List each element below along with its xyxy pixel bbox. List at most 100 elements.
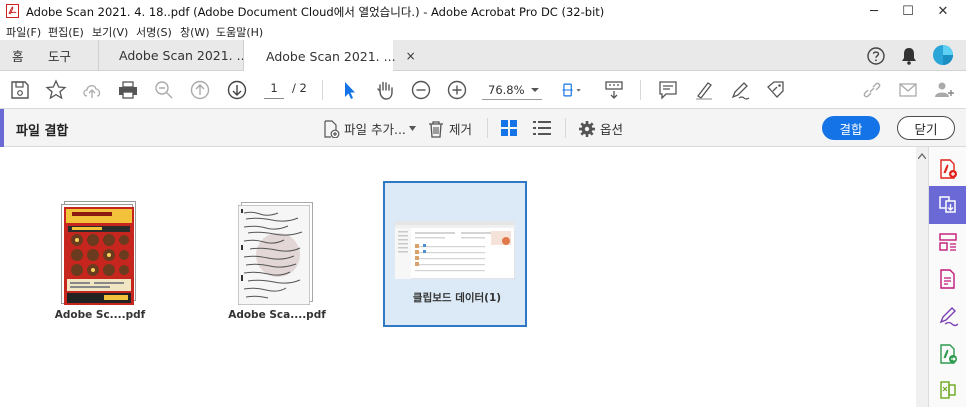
tab-document-2[interactable]: Adobe Scan 2021. ... × bbox=[243, 40, 416, 72]
bookmark-button[interactable] bbox=[44, 78, 68, 102]
file-name-1: Adobe Sc....pdf bbox=[54, 309, 146, 321]
share-link-button[interactable] bbox=[860, 78, 884, 102]
grid-view-icon[interactable] bbox=[501, 120, 517, 136]
zoom-dropdown[interactable]: 76.8% bbox=[482, 80, 542, 100]
combine-files-tool[interactable] bbox=[929, 186, 966, 224]
fill-sign-button[interactable] bbox=[764, 78, 788, 102]
organize-pages-tool[interactable] bbox=[929, 223, 966, 261]
trash-icon bbox=[429, 120, 443, 138]
options-label: 옵션 bbox=[600, 122, 624, 137]
scroll-mode-button[interactable] bbox=[602, 78, 626, 102]
file-workspace: Adobe Sc....pdf Adobe Sca....pdf 클립보드 데이… bbox=[0, 147, 928, 407]
file-thumbnail-3[interactable]: 클립보드 데이터(1) bbox=[383, 181, 527, 327]
menu-edit[interactable]: 편집(E) bbox=[48, 24, 84, 40]
tab-document-2-label: Adobe Scan 2021. ... bbox=[266, 48, 396, 64]
upload-button[interactable] bbox=[80, 78, 104, 102]
tab-tools[interactable]: 도구 bbox=[48, 40, 71, 71]
user-add-icon bbox=[935, 82, 954, 97]
select-tool-button[interactable] bbox=[337, 78, 361, 102]
zoom-out-button[interactable] bbox=[409, 78, 433, 102]
bell-icon[interactable] bbox=[900, 46, 918, 66]
combine-divider bbox=[565, 118, 566, 138]
print-button[interactable] bbox=[116, 78, 140, 102]
tag-edit-icon bbox=[767, 81, 784, 98]
close-window-button[interactable]: ✕ bbox=[920, 0, 966, 22]
tab-document-1[interactable]: Adobe Scan 2021. ... bbox=[98, 40, 249, 71]
combine-divider bbox=[487, 118, 488, 138]
right-tools-panel bbox=[928, 147, 966, 407]
menu-file[interactable]: 파일(F) bbox=[6, 24, 41, 40]
menu-window[interactable]: 창(W) bbox=[180, 24, 210, 40]
tab-document-1-label: Adobe Scan 2021. ... bbox=[119, 48, 249, 63]
export-pdf-tool[interactable] bbox=[929, 335, 966, 373]
help-icon[interactable] bbox=[866, 46, 886, 66]
remove-label: 제거 bbox=[449, 122, 473, 137]
export-pdf-icon bbox=[940, 344, 957, 364]
combine-button[interactable]: 결합 bbox=[822, 116, 880, 140]
options-button[interactable]: 옵션 bbox=[578, 119, 623, 138]
file-thumbnail-1[interactable]: Adobe Sc....pdf bbox=[30, 183, 170, 333]
zoom-value: 76.8% bbox=[488, 82, 525, 97]
comment-button[interactable] bbox=[656, 78, 680, 102]
comment-icon bbox=[659, 81, 677, 100]
tab-close-icon[interactable]: × bbox=[406, 49, 416, 63]
tab-tools-label: 도구 bbox=[48, 49, 72, 64]
fill-sign-icon bbox=[939, 307, 959, 327]
hand-icon bbox=[377, 81, 393, 100]
close-combine-button[interactable]: 닫기 bbox=[897, 116, 955, 140]
zoom-out-search-button[interactable] bbox=[152, 78, 176, 102]
zoom-in-button[interactable] bbox=[445, 78, 469, 102]
vertical-scrollbar[interactable] bbox=[916, 147, 928, 407]
main-toolbar: 1 / 2 76.8% bbox=[0, 71, 966, 109]
fill-sign-tool[interactable] bbox=[929, 297, 966, 335]
arrow-down-circle-icon bbox=[227, 80, 247, 100]
save-button[interactable] bbox=[8, 78, 32, 102]
menu-help[interactable]: 도움말(H) bbox=[216, 24, 263, 40]
email-button[interactable] bbox=[896, 78, 920, 102]
menu-bar: 파일(F) 편집(E) 보기(V) 서명(S) 창(W) 도움말(H) bbox=[0, 22, 966, 40]
sign-button[interactable] bbox=[728, 78, 752, 102]
page-number-input[interactable]: 1 bbox=[264, 81, 284, 99]
edit-pdf-tool[interactable] bbox=[929, 260, 966, 298]
menu-view[interactable]: 보기(V) bbox=[92, 24, 128, 40]
scroll-up-arrow-icon[interactable] bbox=[918, 153, 926, 159]
pdf-poster-preview bbox=[64, 207, 134, 305]
keyboard-icon bbox=[605, 81, 623, 99]
menu-sign[interactable]: 서명(S) bbox=[136, 24, 172, 40]
avatar[interactable] bbox=[932, 44, 954, 66]
clipboard-screenshot-preview bbox=[395, 221, 515, 279]
arrow-up-circle-icon bbox=[190, 80, 210, 100]
combine-accent-bar bbox=[0, 109, 4, 147]
file-thumbnail-2[interactable]: Adobe Sca....pdf bbox=[207, 183, 347, 333]
create-pdf-icon bbox=[940, 159, 957, 179]
cloud-upload-icon bbox=[83, 85, 101, 98]
share-user-button[interactable] bbox=[932, 78, 956, 102]
add-file-icon bbox=[324, 119, 340, 138]
previous-page-button[interactable] bbox=[188, 78, 212, 102]
create-pdf-tool[interactable] bbox=[929, 150, 966, 188]
cursor-arrow-icon bbox=[345, 82, 355, 99]
printer-icon bbox=[119, 81, 137, 99]
star-icon bbox=[45, 79, 67, 100]
handwritten-page-preview bbox=[238, 205, 310, 305]
compress-pdf-tool[interactable] bbox=[929, 371, 966, 409]
combine-title: 파일 결합 bbox=[16, 124, 69, 139]
list-view-icon[interactable] bbox=[533, 120, 551, 136]
organize-pages-icon bbox=[939, 233, 957, 251]
tab-home-label: 홈 bbox=[12, 49, 24, 64]
page-total: / 2 bbox=[292, 81, 307, 95]
title-bar: Adobe Scan 2021. 4. 18..pdf (Adobe Docum… bbox=[0, 0, 966, 22]
toolbar-divider bbox=[640, 80, 641, 100]
hand-tool-button[interactable] bbox=[373, 78, 397, 102]
toolbar-divider bbox=[322, 80, 323, 100]
add-files-button[interactable]: 파일 추가... bbox=[322, 119, 420, 138]
page-fit-button[interactable] bbox=[557, 78, 587, 102]
combine-toolbar: 파일 결합 파일 추가... 제거 옵션 결합 닫기 bbox=[0, 109, 966, 147]
edit-pdf-icon bbox=[940, 269, 955, 289]
gear-icon bbox=[579, 120, 595, 137]
remove-button[interactable]: 제거 bbox=[427, 119, 472, 138]
highlight-button[interactable] bbox=[692, 78, 716, 102]
window-title: Adobe Scan 2021. 4. 18..pdf (Adobe Docum… bbox=[26, 5, 605, 19]
next-page-button[interactable] bbox=[225, 78, 249, 102]
tab-home[interactable]: 홈 bbox=[12, 40, 24, 71]
